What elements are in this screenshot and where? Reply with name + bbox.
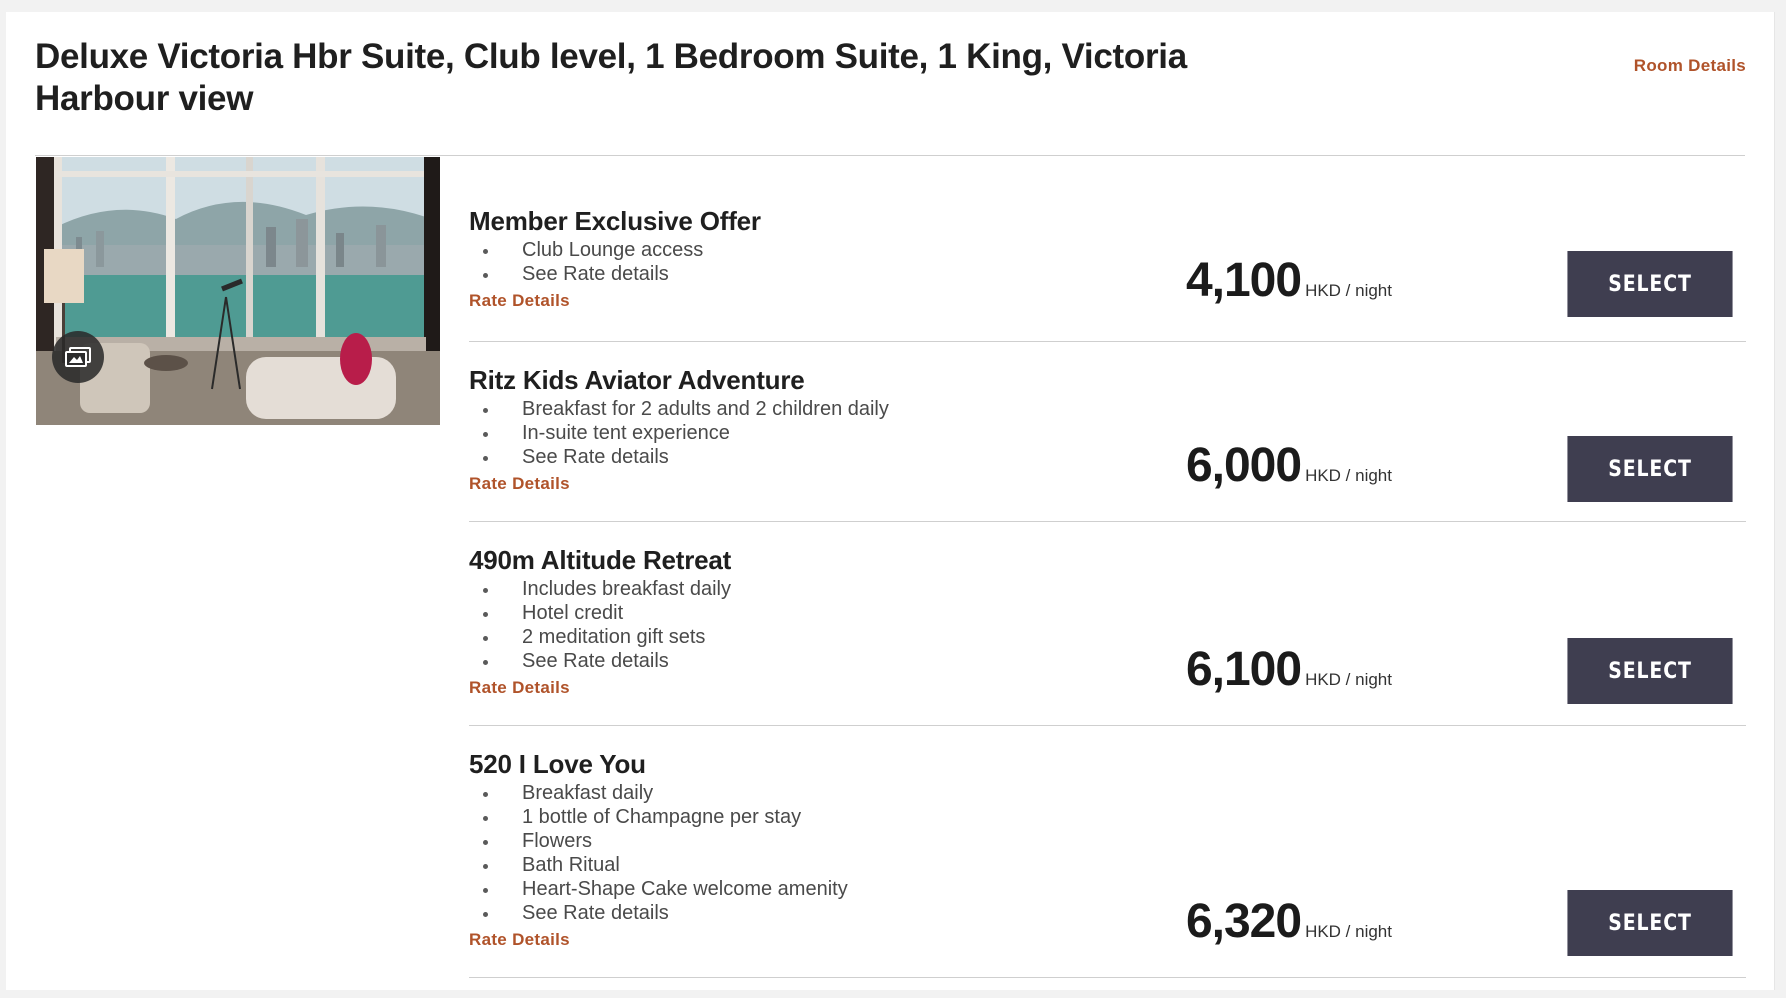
- room-title: Deluxe Victoria Hbr Suite, Club level, 1…: [35, 37, 1187, 118]
- room-card: Deluxe Victoria Hbr Suite, Club level, 1…: [6, 12, 1775, 990]
- rate-details-link[interactable]: Rate Details: [469, 930, 570, 950]
- feature-item: Includes breakfast daily: [469, 577, 731, 601]
- feature-item: See Rate details: [469, 445, 889, 469]
- price-unit: HKD / night: [1305, 670, 1392, 689]
- rate-details-link[interactable]: Rate Details: [469, 678, 570, 698]
- price-unit: HKD / night: [1305, 922, 1392, 941]
- price-amount: 6,320: [1185, 895, 1302, 948]
- rate-details-link[interactable]: Rate Details: [469, 291, 570, 311]
- price: 6,320 HKD / night: [1186, 897, 1392, 947]
- price: 6,000 HKD / night: [1186, 441, 1392, 491]
- rate-name: 490m Altitude Retreat: [469, 545, 732, 575]
- rate-option: 520 I Love You Breakfast daily 1 bottle …: [469, 726, 1746, 978]
- price-unit: HKD / night: [1305, 466, 1392, 485]
- feature-item: Hotel credit: [469, 601, 731, 625]
- feature-item: 1 bottle of Champagne per stay: [469, 805, 848, 829]
- rate-name: 520 I Love You: [469, 749, 646, 779]
- gallery-button[interactable]: [52, 331, 104, 383]
- room-photo[interactable]: [36, 157, 440, 425]
- feature-item: See Rate details: [469, 262, 761, 286]
- price: 6,100 HKD / night: [1186, 645, 1392, 695]
- price-amount: 6,000: [1185, 439, 1302, 492]
- divider: [35, 155, 1745, 156]
- select-button[interactable]: SELECT: [1567, 251, 1733, 317]
- select-button[interactable]: SELECT: [1567, 890, 1733, 956]
- price: 4,100 HKD / night: [1186, 256, 1392, 306]
- rate-features: Includes breakfast daily Hotel credit 2 …: [469, 577, 731, 673]
- feature-item: 2 meditation gift sets: [469, 625, 731, 649]
- price-amount: 4,100: [1185, 254, 1302, 307]
- feature-item: Breakfast for 2 adults and 2 children da…: [469, 397, 889, 421]
- rate-name: Member Exclusive Offer: [469, 206, 761, 236]
- feature-item: Heart-Shape Cake welcome amenity: [469, 877, 848, 901]
- rate-option: Ritz Kids Aviator Adventure Breakfast fo…: [469, 342, 1746, 522]
- rate-features: Breakfast daily 1 bottle of Champagne pe…: [469, 781, 848, 925]
- gallery-icon: [64, 346, 92, 368]
- price-unit: HKD / night: [1305, 281, 1392, 300]
- feature-item: See Rate details: [469, 649, 731, 673]
- rate-details-link[interactable]: Rate Details: [469, 474, 570, 494]
- feature-item: Breakfast daily: [469, 781, 848, 805]
- feature-item: Flowers: [469, 829, 848, 853]
- rate-features: Breakfast for 2 adults and 2 children da…: [469, 397, 889, 469]
- rate-list: Member Exclusive Offer Club Lounge acces…: [469, 157, 1746, 978]
- feature-item: Bath Ritual: [469, 853, 848, 877]
- rate-option: Member Exclusive Offer Club Lounge acces…: [469, 157, 1746, 342]
- rate-name: Ritz Kids Aviator Adventure: [469, 365, 805, 395]
- select-button[interactable]: SELECT: [1567, 638, 1733, 704]
- feature-item: See Rate details: [469, 901, 848, 925]
- select-button[interactable]: SELECT: [1567, 436, 1733, 502]
- price-amount: 6,100: [1185, 643, 1302, 696]
- feature-item: Club Lounge access: [469, 238, 761, 262]
- rate-option: 490m Altitude Retreat Includes breakfast…: [469, 522, 1746, 726]
- rate-features: Club Lounge access See Rate details: [469, 238, 761, 286]
- room-details-link[interactable]: Room Details: [1634, 56, 1746, 76]
- feature-item: In-suite tent experience: [469, 421, 889, 445]
